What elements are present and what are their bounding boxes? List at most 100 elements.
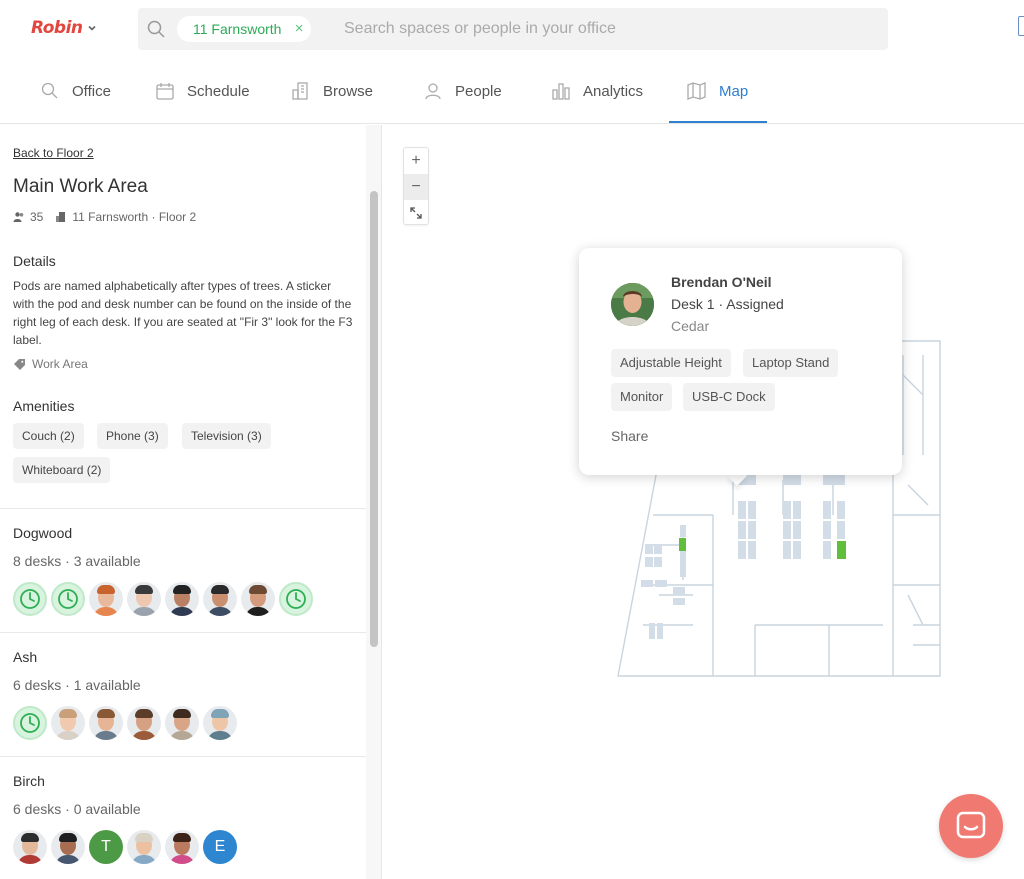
avatar[interactable] xyxy=(51,706,85,740)
scrollbar-thumb[interactable] xyxy=(370,191,378,647)
location-chip[interactable]: 11 Farnsworth × xyxy=(177,16,312,42)
capacity-count: 35 xyxy=(30,210,44,224)
chat-button[interactable] xyxy=(939,794,1003,858)
fullscreen-button[interactable] xyxy=(404,200,428,226)
map-icon xyxy=(687,82,706,100)
pod-name[interactable]: Dogwood xyxy=(13,525,72,541)
person-name[interactable]: Brendan O'Neil xyxy=(671,274,772,290)
search-icon xyxy=(41,82,58,99)
building-icon xyxy=(56,212,66,222)
amenity-chip: Television (3) xyxy=(182,423,271,449)
building-icon xyxy=(292,82,308,100)
avatar[interactable]: T xyxy=(89,830,123,864)
desk-popup: Brendan O'Neil Desk 1 · Assigned Cedar A… xyxy=(579,248,902,475)
clock-icon xyxy=(20,589,40,609)
bar-chart-icon xyxy=(552,83,570,100)
amenity-chip: Whiteboard (2) xyxy=(13,457,111,483)
available-desk-avatar[interactable] xyxy=(279,582,313,616)
pod-label: Cedar xyxy=(671,318,710,334)
desk-status: Desk 1 · Assigned xyxy=(671,296,784,312)
pod-name[interactable]: Ash xyxy=(13,649,37,665)
amenity-chip: Couch (2) xyxy=(13,423,84,449)
avatar-initial: E xyxy=(214,838,226,855)
pod-avatars xyxy=(13,706,241,740)
desk-feature-chip: USB-C Dock xyxy=(683,383,775,411)
avatar[interactable] xyxy=(127,830,161,864)
zoom-controls: + − xyxy=(403,147,429,225)
zoom-in-button[interactable]: + xyxy=(404,148,428,174)
share-button[interactable]: Share xyxy=(611,428,648,444)
calendar-icon xyxy=(156,83,174,100)
avatar[interactable] xyxy=(89,706,123,740)
chevron-down-icon[interactable] xyxy=(86,22,98,34)
avatar[interactable] xyxy=(165,582,199,616)
tab-schedule[interactable]: Schedule xyxy=(155,58,250,124)
avatar[interactable] xyxy=(203,582,237,616)
pod-summary: 6 desks · 0 available xyxy=(13,801,141,817)
back-to-floor-link[interactable]: Back to Floor 2 xyxy=(13,146,94,160)
floor-map[interactable]: + − xyxy=(383,125,1024,879)
floor-plan[interactable] xyxy=(383,125,1024,879)
active-tab-indicator xyxy=(669,121,767,123)
clock-icon xyxy=(58,589,78,609)
main-nav: Office Schedule Browse People Analytics … xyxy=(0,58,1024,124)
amenities-heading: Amenities xyxy=(13,398,75,414)
space-meta: 35 11 Farnsworth · Floor 2 xyxy=(13,210,196,224)
chat-icon xyxy=(956,811,986,839)
avatar[interactable] xyxy=(89,582,123,616)
tab-office[interactable]: Office xyxy=(40,58,111,124)
tag-icon xyxy=(14,358,25,370)
details-heading: Details xyxy=(13,253,56,269)
avatar[interactable] xyxy=(127,582,161,616)
desk-feature-chip: Adjustable Height xyxy=(611,349,731,377)
tab-label: People xyxy=(455,82,502,100)
tab-label: Schedule xyxy=(187,82,250,100)
top-bar: Robin 11 Farnsworth × Search spaces or p… xyxy=(0,0,1024,58)
tab-people[interactable]: People xyxy=(423,58,502,124)
space-type-label: Work Area xyxy=(32,357,88,371)
expand-icon xyxy=(410,207,422,219)
close-icon[interactable]: × xyxy=(295,16,304,42)
pod-name[interactable]: Birch xyxy=(13,773,45,789)
window-icon[interactable] xyxy=(1018,16,1024,36)
avatar[interactable] xyxy=(165,706,199,740)
avatar[interactable]: E xyxy=(203,830,237,864)
avatar[interactable] xyxy=(13,830,47,864)
brand-logo[interactable]: Robin xyxy=(31,18,83,38)
avatar[interactable] xyxy=(51,830,85,864)
clock-icon xyxy=(286,589,306,609)
search-icon xyxy=(147,20,165,38)
people-icon xyxy=(13,212,24,222)
tab-label: Office xyxy=(72,82,111,100)
search-bar[interactable]: 11 Farnsworth × Search spaces or people … xyxy=(138,8,888,50)
divider xyxy=(0,508,366,509)
desk-feature-chip: Monitor xyxy=(611,383,673,411)
tab-label: Analytics xyxy=(583,82,644,100)
divider xyxy=(0,632,366,633)
avatar[interactable] xyxy=(165,830,199,864)
divider xyxy=(0,756,366,757)
pod-summary: 8 desks · 3 available xyxy=(13,553,141,569)
zoom-out-button[interactable]: − xyxy=(404,174,428,200)
avatar xyxy=(611,283,654,326)
clock-icon xyxy=(20,713,40,733)
tab-analytics[interactable]: Analytics xyxy=(551,58,643,124)
tab-map[interactable]: Map xyxy=(686,58,748,124)
desk-feature-chip: Laptop Stand xyxy=(743,349,839,377)
avatar-initial: T xyxy=(101,838,111,855)
space-type-tag: Work Area xyxy=(13,357,88,371)
search-input[interactable]: Search spaces or people in your office xyxy=(344,8,616,50)
pod-summary: 6 desks · 1 available xyxy=(13,677,141,693)
person-icon xyxy=(425,83,441,100)
space-sidebar: Back to Floor 2 Main Work Area 35 11 Far… xyxy=(0,125,382,879)
available-desk-avatar[interactable] xyxy=(51,582,85,616)
avatar[interactable] xyxy=(203,706,237,740)
tab-browse[interactable]: Browse xyxy=(291,58,373,124)
details-text: Pods are named alphabetically after type… xyxy=(13,279,353,347)
available-desk-avatar[interactable] xyxy=(13,706,47,740)
avatar[interactable] xyxy=(241,582,275,616)
available-desk-avatar[interactable] xyxy=(13,582,47,616)
tab-label: Map xyxy=(719,82,749,100)
person-photo xyxy=(611,283,654,326)
avatar[interactable] xyxy=(127,706,161,740)
